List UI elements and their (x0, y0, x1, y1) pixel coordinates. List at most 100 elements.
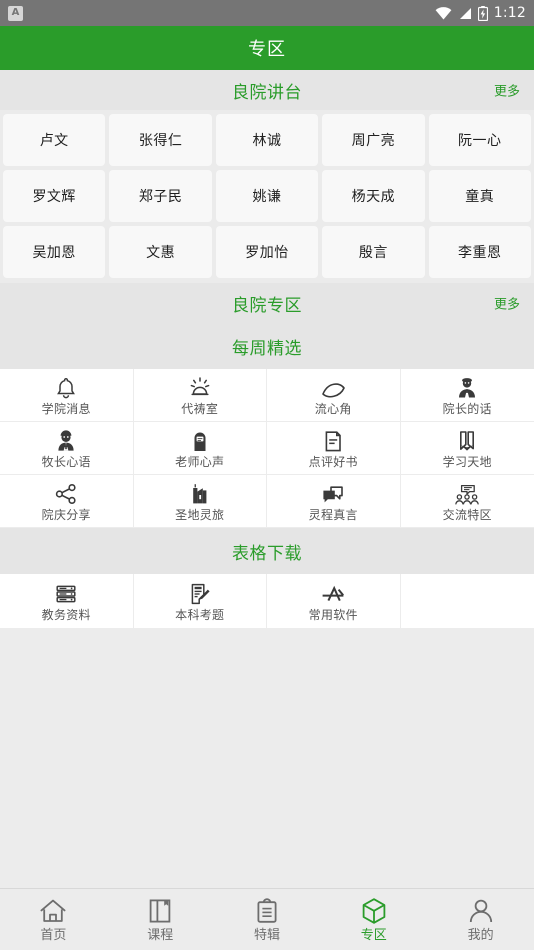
grid-item-label: 常用软件 (308, 607, 358, 622)
grid-item-label: 交流特区 (442, 507, 492, 522)
grid-item-daidaoshi[interactable]: 代祷室 (133, 369, 267, 422)
tab-zone[interactable]: 专区 (320, 889, 427, 950)
page-title-bar: 专区 (0, 26, 534, 70)
page-title: 专区 (248, 39, 286, 60)
tab-specials[interactable]: 特辑 (214, 889, 321, 950)
section-title-download: 表格下载 (232, 543, 302, 564)
bell-icon (54, 376, 78, 400)
grid-item-label: 代祷室 (181, 401, 219, 416)
appstore-icon (320, 582, 346, 606)
grid-item-label: 学习天地 (442, 454, 492, 469)
lecturer-chip[interactable]: 杨天成 (322, 170, 425, 222)
grid-item-jiaoliutequ[interactable]: 交流特区 (400, 475, 534, 528)
grid-item-shengdilinglv[interactable]: 圣地灵旅 (133, 475, 267, 528)
lecturer-chip[interactable]: 阮一心 (428, 114, 531, 166)
teacher-icon (188, 429, 212, 453)
grid-item-label: 本科考题 (175, 607, 225, 622)
grid-item-dianpinghaoshu[interactable]: 点评好书 (267, 422, 401, 475)
status-bar-left: A (8, 5, 23, 21)
tab-label: 专区 (360, 928, 387, 943)
more-link-zone[interactable]: 更多 (494, 294, 520, 313)
section-title-weekly: 每周精选 (232, 338, 302, 359)
section-title-lecture: 良院讲台 (232, 82, 302, 103)
download-icon-grid: 教务资料 本科考题 常用软件 (0, 574, 534, 629)
server-stack-icon (54, 582, 78, 606)
grid-item-changyongruanjian[interactable]: 常用软件 (267, 574, 401, 629)
grid-item-label: 院庆分享 (41, 507, 91, 522)
lecturer-chip[interactable]: 林诚 (215, 114, 319, 166)
speech-bubbles-icon (321, 482, 345, 506)
pencil-book-icon (455, 429, 479, 453)
scroll-content: 良院讲台 更多 卢文 张得仁 林诚 周广亮 阮一心 罗文辉 郑子民 姚谦 杨天成… (0, 70, 534, 888)
grid-item-label: 点评好书 (308, 454, 358, 469)
form-pencil-icon (188, 582, 212, 606)
battery-charging-icon (477, 5, 488, 21)
lecturer-chip[interactable]: 姚谦 (215, 170, 319, 222)
grid-item-label: 流心角 (314, 401, 352, 416)
clipboard-icon (255, 897, 279, 925)
more-link-lecture[interactable]: 更多 (494, 81, 520, 100)
grid-item-label: 灵程真言 (308, 507, 358, 522)
signal-icon (458, 7, 472, 20)
grid-item-yuanzhangdehua[interactable]: 院长的话 (400, 369, 534, 422)
cube-icon (361, 897, 387, 925)
grid-item-lingchengzhenyan[interactable]: 灵程真言 (267, 475, 401, 528)
tab-label: 课程 (147, 928, 174, 943)
lecturer-chip[interactable]: 吴加恩 (3, 226, 106, 278)
grid-item-benkekaoti[interactable]: 本科考题 (133, 574, 267, 629)
grid-item-empty (400, 574, 534, 629)
tab-label: 首页 (40, 928, 67, 943)
lecturer-chip[interactable]: 罗文辉 (3, 170, 106, 222)
lecturer-chip[interactable]: 殷言 (322, 226, 425, 278)
grid-item-label: 院长的话 (442, 401, 492, 416)
grid-item-laoshixinsheng[interactable]: 老师心声 (133, 422, 267, 475)
section-title-zone: 良院专区 (232, 295, 302, 316)
group-chat-icon (454, 482, 480, 506)
person-icon (468, 897, 494, 925)
grid-item-liuxinjiao[interactable]: 流心角 (267, 369, 401, 422)
grid-item-label: 圣地灵旅 (175, 507, 225, 522)
home-icon (39, 897, 67, 925)
tab-courses[interactable]: 课程 (107, 889, 214, 950)
grid-item-xueyuanxiaoxi[interactable]: 学院消息 (0, 369, 134, 422)
lecturer-chip[interactable]: 郑子民 (109, 170, 212, 222)
fish-icon (320, 376, 346, 400)
grid-item-label: 老师心声 (175, 454, 225, 469)
pastor-icon (54, 429, 78, 453)
lecturer-chip[interactable]: 李重恩 (428, 226, 531, 278)
section-header-weekly: 每周精选 (0, 323, 534, 369)
grid-item-label: 学院消息 (41, 401, 91, 416)
tab-mine[interactable]: 我的 (427, 889, 534, 950)
grid-item-label: 牧长心语 (41, 454, 91, 469)
lecturer-chip[interactable]: 卢文 (3, 114, 106, 166)
wifi-icon (435, 6, 452, 20)
grid-item-xuexitiandi[interactable]: 学习天地 (400, 422, 534, 475)
book-icon (147, 897, 173, 925)
lamp-light-icon (188, 376, 212, 400)
section-header-zone: 良院专区 更多 (0, 283, 534, 323)
status-bar-right: 1:12 (435, 5, 526, 21)
church-icon (188, 482, 212, 506)
grid-item-muzhangxinyu[interactable]: 牧长心语 (0, 422, 134, 475)
bottom-tab-bar: 首页 课程 特辑 专区 我的 (0, 888, 534, 950)
tab-home[interactable]: 首页 (0, 889, 107, 950)
app-root: A 1:12 专区 良院讲台 更多 卢文 张得仁 林诚 周广亮 阮一心 罗文辉 … (0, 0, 534, 950)
lecturer-chip[interactable]: 童真 (428, 170, 531, 222)
book-review-icon (321, 429, 345, 453)
lecturer-chip[interactable]: 周广亮 (322, 114, 425, 166)
tab-label: 我的 (467, 928, 494, 943)
lecturer-chip[interactable]: 文惠 (109, 226, 212, 278)
lecturer-chip[interactable]: 张得仁 (109, 114, 212, 166)
lecturer-chip[interactable]: 罗加怡 (215, 226, 319, 278)
notification-app-icon: A (8, 5, 23, 21)
grid-item-jiaowuziliao[interactable]: 教务资料 (0, 574, 134, 629)
tab-label: 特辑 (253, 928, 280, 943)
person-suit-icon (455, 376, 479, 400)
grid-item-yuanqingfenxiang[interactable]: 院庆分享 (0, 475, 134, 528)
status-bar-clock: 1:12 (493, 5, 526, 21)
grid-item-label: 教务资料 (41, 607, 91, 622)
section-header-lecture: 良院讲台 更多 (0, 70, 534, 110)
lecturer-chip-grid: 卢文 张得仁 林诚 周广亮 阮一心 罗文辉 郑子民 姚谦 杨天成 童真 吴加恩 … (0, 110, 534, 283)
weekly-icon-grid: 学院消息 代祷室 流心角 院长的话 牧长心语 老师心声 点评好书 学习天地 院庆… (0, 369, 534, 528)
section-header-download: 表格下载 (0, 528, 534, 574)
